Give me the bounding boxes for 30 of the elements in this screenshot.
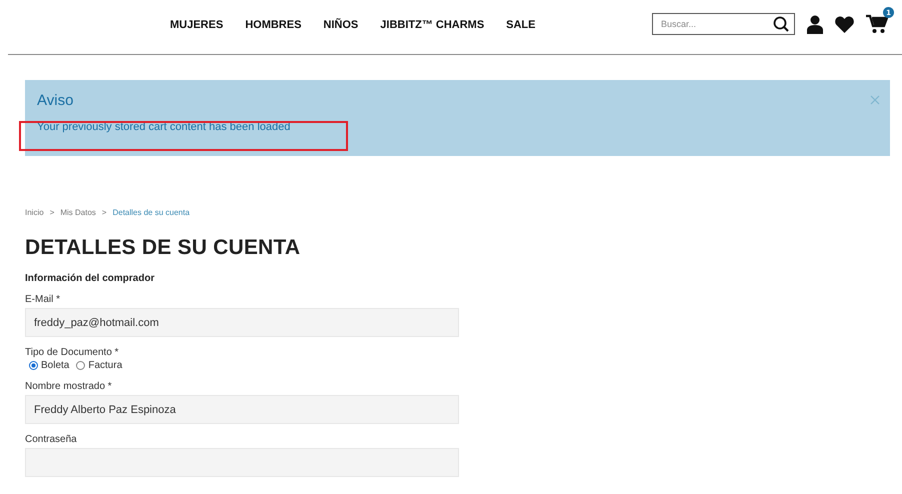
radio-label[interactable]: Factura <box>88 360 122 371</box>
breadcrumb-link[interactable]: Mis Datos <box>60 208 96 217</box>
page-title: DETALLES DE SU CUENTA <box>25 236 302 260</box>
nav-link[interactable]: HOMBRES <box>245 19 302 31</box>
nav-link[interactable]: NIÑOS <box>323 19 358 31</box>
field-label: E-Mail * <box>25 294 62 305</box>
input-field[interactable]: freddy_paz@hotmail.com <box>25 308 459 337</box>
cart-icon[interactable] <box>866 14 888 34</box>
breadcrumb-link[interactable]: Inicio <box>25 208 44 217</box>
input-field[interactable]: Freddy Alberto Paz Espinoza <box>25 395 459 424</box>
breadcrumb-link[interactable]: Detalles de su cuenta <box>112 208 190 217</box>
input-field[interactable] <box>25 448 459 477</box>
search-field[interactable]: Buscar... <box>652 13 795 35</box>
radio-label[interactable]: Boleta <box>41 360 70 371</box>
nav-link[interactable]: MUJERES <box>170 19 224 31</box>
field-label: Tipo de Documento * <box>25 347 120 358</box>
user-icon[interactable] <box>807 14 823 34</box>
notice-message: Your previously stored cart content has been loaded <box>37 121 292 133</box>
breadcrumb-separator: > <box>102 208 107 217</box>
section-title: Información del comprador <box>25 273 156 284</box>
breadcrumb-separator: > <box>50 208 54 217</box>
radio-button[interactable] <box>76 361 86 370</box>
radio-button[interactable] <box>29 361 38 370</box>
heart-icon[interactable] <box>835 16 854 32</box>
notice-title: Aviso <box>37 92 74 109</box>
nav-link[interactable]: JIBBITZ™ CHARMS <box>380 19 484 31</box>
field-label: Contraseña <box>25 434 78 445</box>
field-label: Nombre mostrado * <box>25 381 113 392</box>
nav-link[interactable]: SALE <box>506 19 536 31</box>
search-icon[interactable] <box>773 16 789 32</box>
